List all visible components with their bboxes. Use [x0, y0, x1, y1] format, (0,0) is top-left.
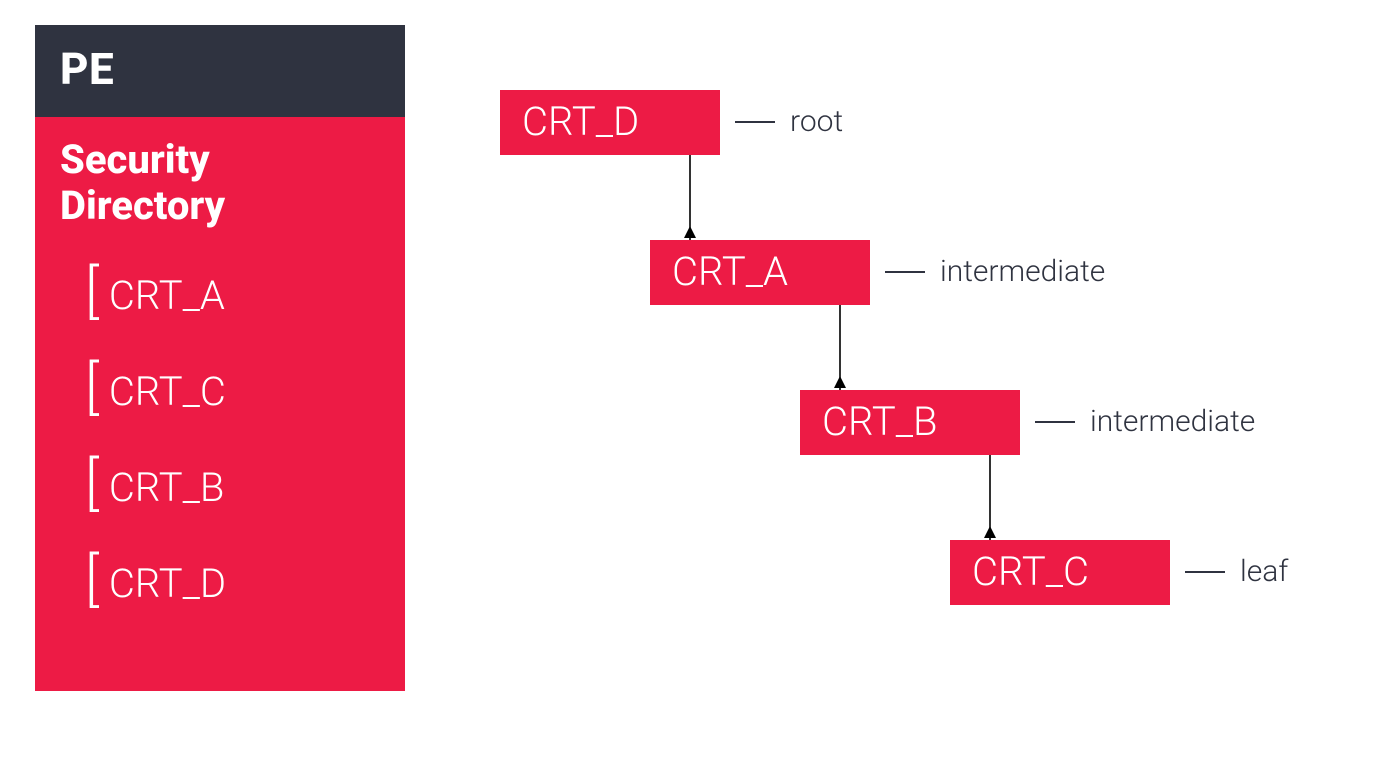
connector-line-icon	[1185, 571, 1225, 573]
pe-header: PE	[35, 25, 405, 117]
certificate-list-label: CRT_D	[109, 564, 226, 604]
certificate-list: [CRT_A[CRT_C[CRT_B[CRT_D	[60, 267, 380, 613]
chain-role-label: leaf	[1240, 554, 1288, 589]
pe-panel: PE SecurityDirectory [CRT_A[CRT_C[CRT_B[…	[35, 25, 405, 691]
file-icon: [	[85, 263, 99, 321]
pe-body: SecurityDirectory [CRT_A[CRT_C[CRT_B[CRT…	[35, 117, 405, 691]
chain-role-crt-b: intermediate	[1035, 404, 1255, 439]
chain-node-crt-c: CRT_C	[950, 540, 1170, 605]
chain-role-label: intermediate	[940, 254, 1105, 289]
chain-node-crt-d: CRT_D	[500, 90, 720, 155]
connector-line-icon	[735, 121, 775, 123]
certificate-list-item: [CRT_C	[85, 363, 380, 421]
chain-node-crt-b: CRT_B	[800, 390, 1020, 455]
certificate-list-label: CRT_C	[109, 372, 226, 412]
certificate-list-item: [CRT_D	[85, 555, 380, 613]
file-icon: [	[85, 455, 99, 513]
chain-node-crt-a: CRT_A	[650, 240, 870, 305]
section-title: SecurityDirectory	[60, 137, 380, 229]
chain-role-label: root	[790, 104, 843, 139]
certificate-chain: CRT_D root CRT_A intermediate CRT_B intermedi…	[500, 90, 1330, 660]
file-icon: [	[85, 551, 99, 609]
certificate-list-item: [CRT_B	[85, 459, 380, 517]
certificate-list-item: [CRT_A	[85, 267, 380, 325]
certificate-list-label: CRT_B	[109, 468, 225, 508]
chain-role-crt-a: intermediate	[885, 254, 1105, 289]
chain-role-crt-c: leaf	[1185, 554, 1288, 589]
connector-line-icon	[1035, 421, 1075, 423]
file-icon: [	[85, 359, 99, 417]
certificate-list-label: CRT_A	[109, 276, 225, 316]
chain-role-label: intermediate	[1090, 404, 1255, 439]
chain-role-crt-d: root	[735, 104, 843, 139]
connector-line-icon	[885, 271, 925, 273]
